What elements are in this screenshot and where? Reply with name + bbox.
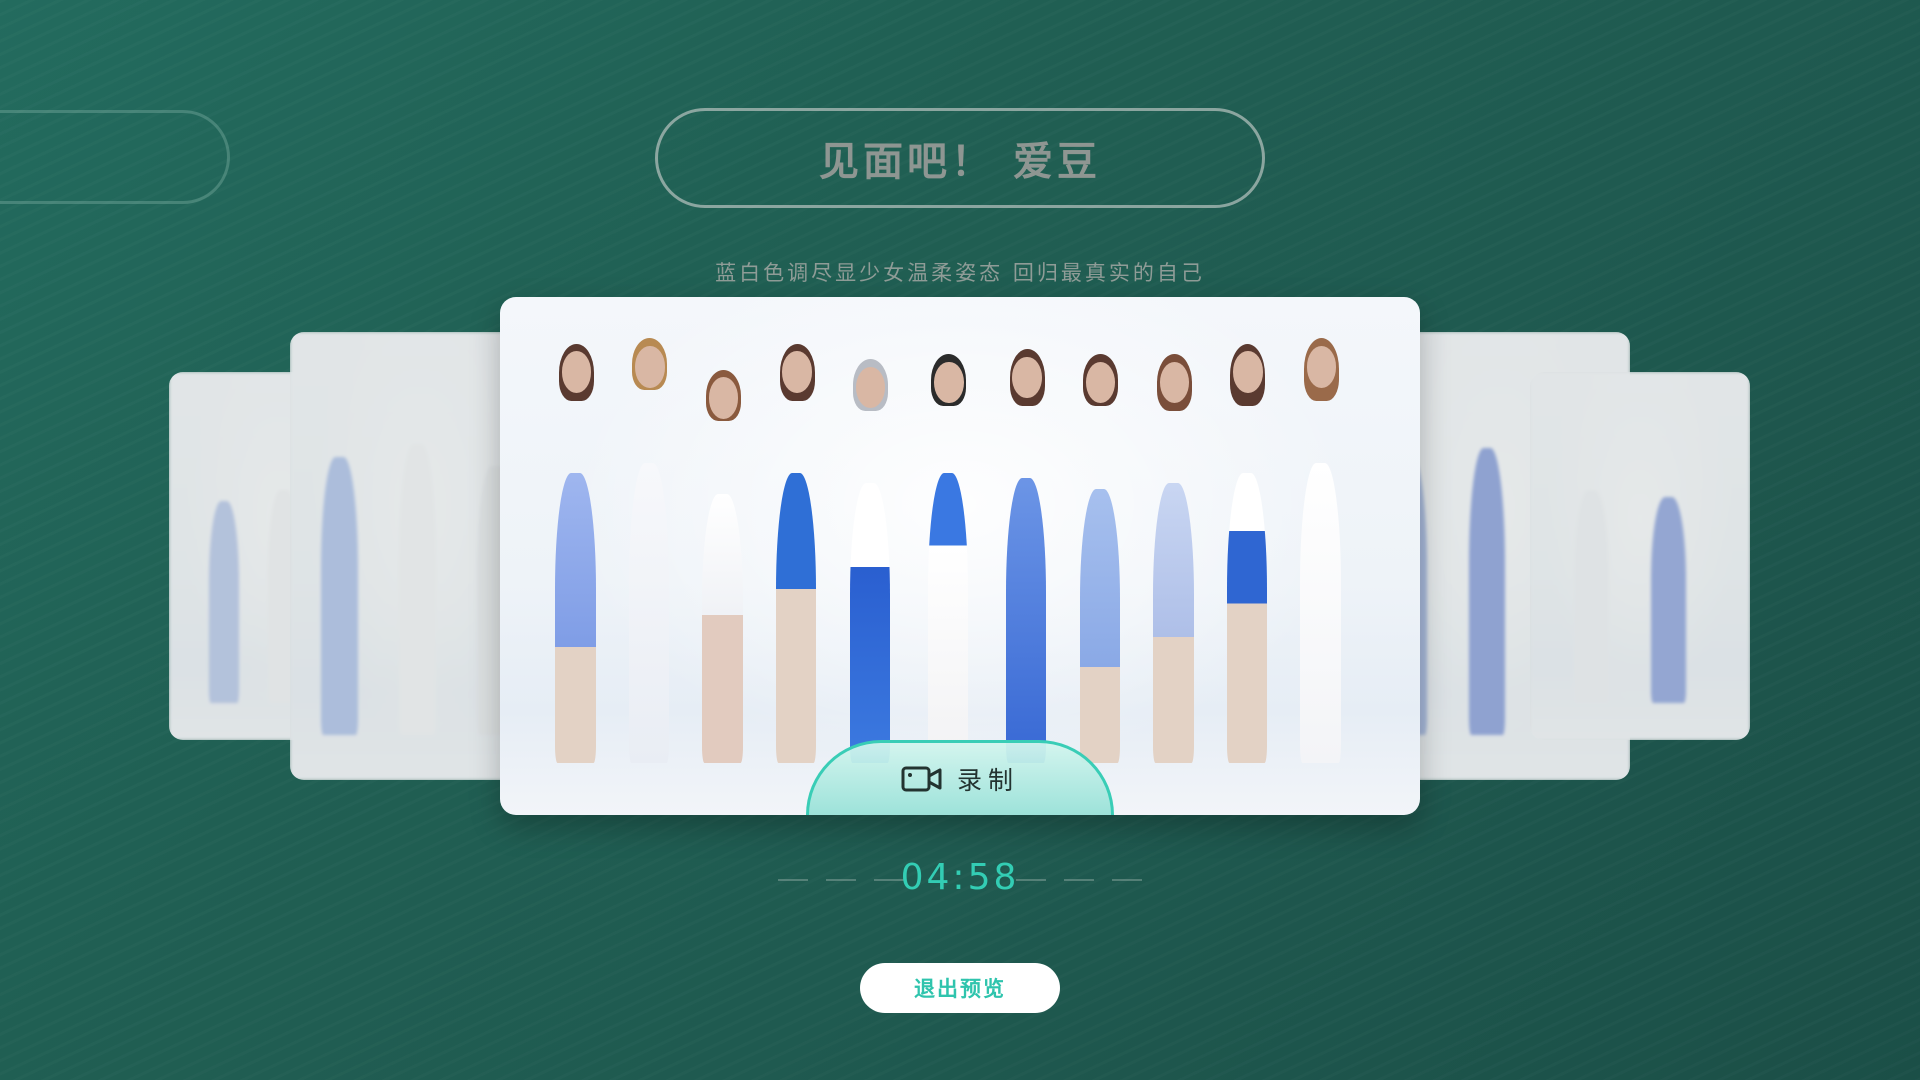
record-button[interactable]: 录制 [806,740,1114,815]
group-photo [1530,372,1750,740]
carousel-card-active[interactable] [500,297,1420,815]
timer-row: 04:58 [778,855,1142,905]
title-pill: 见面吧！ 爱豆 [655,108,1265,208]
decorative-left-pill [0,110,230,204]
page-subtitle: 蓝白色调尽显少女温柔姿态 回归最真实的自己 [715,261,1205,285]
page-title: 见面吧！ 爱豆 [819,139,1101,185]
recording-timer: 04:58 [900,857,1020,898]
video-camera-icon [901,766,942,792]
carousel-card-far-right[interactable] [1530,372,1750,740]
exit-preview-button[interactable]: 退出预览 [860,963,1060,1013]
exit-preview-label: 退出预览 [914,977,1006,1001]
record-label: 录制 [956,766,1019,795]
group-photo [500,297,1420,815]
